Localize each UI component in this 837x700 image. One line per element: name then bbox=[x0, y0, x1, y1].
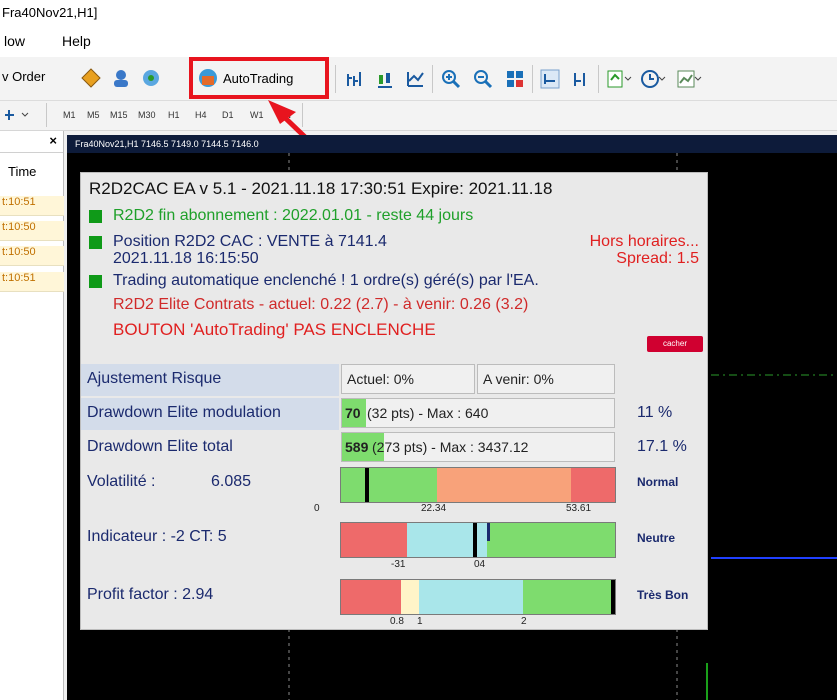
dd-modulation-pct: 11 % bbox=[637, 404, 673, 421]
volatilite-gauge bbox=[340, 467, 616, 503]
table-row[interactable]: t:10:50 bbox=[0, 246, 64, 266]
tick-label: 04 bbox=[474, 559, 486, 570]
gauge-segment bbox=[523, 580, 615, 614]
table-row[interactable]: t:10:51 bbox=[0, 272, 64, 292]
table-row[interactable]: t:10:51 bbox=[0, 196, 64, 216]
time-column-header[interactable]: Time bbox=[8, 164, 36, 179]
a-venir-field: A venir: 0% bbox=[477, 364, 615, 394]
indicateur-label: Indicateur : -2 CT: 5 bbox=[87, 528, 227, 545]
tick-label: -31 bbox=[391, 559, 406, 570]
autotrading-warning: BOUTON 'AutoTrading' PAS ENCLENCHE bbox=[113, 320, 436, 339]
gauge-segment bbox=[571, 468, 615, 502]
ajustement-label: Ajustement Risque bbox=[81, 364, 339, 396]
tick-label: 2 bbox=[521, 616, 527, 627]
actuel-field: Actuel: 0% bbox=[341, 364, 475, 394]
status-indicator bbox=[89, 275, 102, 288]
contrats-text: R2D2 Elite Contrats - actuel: 0.22 (2.7)… bbox=[113, 296, 529, 313]
spread-text: Spread: 1.5 bbox=[616, 250, 699, 267]
gauge-segment bbox=[341, 580, 401, 614]
gauge-segment bbox=[341, 523, 407, 557]
tick-label: 53.61 bbox=[566, 503, 592, 514]
trade-history-panel: × Time t:10:51 t:10:50 t:10:50 t:10:51 bbox=[0, 131, 64, 700]
gauge-marker bbox=[487, 523, 490, 541]
dd-total-box: 589 (273 pts) - Max : 3437.12 bbox=[341, 432, 615, 462]
hors-horaires-text: Hors horaires... bbox=[589, 233, 699, 250]
position-time: 2021.11.18 16:15:50 bbox=[113, 250, 259, 267]
dd-modulation-detail: (32 pts) - Max : 640 bbox=[367, 405, 489, 421]
chart-caption: Fra40Nov21,H1 7146.5 7149.0 7144.5 7146.… bbox=[67, 135, 837, 153]
gauge-segment bbox=[401, 580, 419, 614]
dd-total-detail: (273 pts) - Max : 3437.12 bbox=[372, 439, 529, 455]
gauge-segment bbox=[437, 468, 571, 502]
gauge-marker bbox=[611, 580, 615, 614]
gauge-marker bbox=[473, 523, 477, 557]
dd-modulation-value: 70 bbox=[345, 405, 361, 421]
volatilite-value: 6.085 bbox=[211, 473, 252, 490]
position-text: Position R2D2 CAC : VENTE à 7141.4 bbox=[113, 233, 387, 250]
gauge-segment bbox=[419, 580, 523, 614]
tick-label: 1 bbox=[417, 616, 423, 627]
dd-total-value: 589 bbox=[345, 439, 369, 455]
table-row[interactable]: t:10:50 bbox=[0, 221, 64, 241]
tick-label: 0 bbox=[314, 503, 320, 514]
status-indicator bbox=[89, 236, 102, 249]
dd-modulation-label: Drawdown Elite modulation bbox=[81, 398, 339, 430]
hide-button[interactable]: cacher bbox=[647, 336, 703, 352]
dd-modulation-box: 70 (32 pts) - Max : 640 bbox=[341, 398, 615, 428]
tick-label: 0.8 bbox=[390, 616, 404, 627]
gauge-marker bbox=[365, 468, 369, 502]
indicateur-gauge bbox=[340, 522, 616, 558]
status-indicator bbox=[89, 210, 102, 223]
dd-total-pct: 17.1 % bbox=[637, 438, 687, 455]
volatilite-state: Normal bbox=[637, 475, 679, 489]
close-icon[interactable]: × bbox=[49, 133, 57, 148]
volatilite-label: Volatilité : bbox=[87, 473, 156, 490]
ea-header: R2D2CAC EA v 5.1 - 2021.11.18 17:30:51 E… bbox=[89, 179, 553, 198]
gauge-segment bbox=[341, 468, 437, 502]
dd-total-label: Drawdown Elite total bbox=[87, 438, 233, 455]
profit-factor-label: Profit factor : 2.94 bbox=[87, 586, 214, 603]
profit-factor-state: Très Bon bbox=[637, 588, 689, 602]
tick-label: 22.34 bbox=[421, 503, 447, 514]
indicateur-state: Neutre bbox=[637, 531, 676, 545]
ea-info-panel: R2D2CAC EA v 5.1 - 2021.11.18 17:30:51 E… bbox=[80, 172, 708, 630]
profit-factor-gauge bbox=[340, 579, 616, 615]
subscription-text: R2D2 fin abonnement : 2022.01.01 - reste… bbox=[113, 207, 474, 224]
gauge-segment bbox=[487, 523, 615, 557]
trading-status-text: Trading automatique enclenché ! 1 ordre(… bbox=[113, 272, 539, 289]
